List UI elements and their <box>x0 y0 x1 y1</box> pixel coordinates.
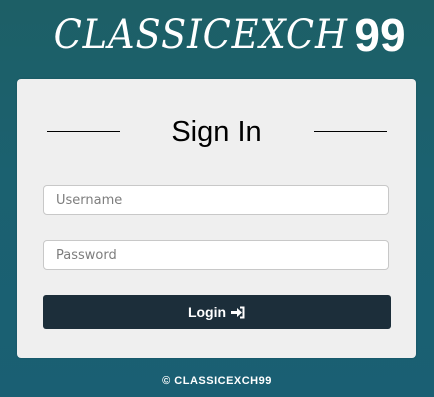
logo-script-text: CLASSICEXCH <box>53 12 349 58</box>
password-input[interactable] <box>43 240 389 270</box>
login-button[interactable]: Login <box>43 295 391 329</box>
title-divider-right <box>314 131 387 132</box>
login-card: Sign In Login <box>17 79 416 358</box>
title-row: Sign In <box>17 117 416 151</box>
login-button-label: Login <box>187 304 227 320</box>
logo-number: 99 <box>354 9 406 61</box>
brand-logo: CLASSICEXCH 99 <box>0 6 434 64</box>
username-input[interactable] <box>43 185 389 215</box>
page-title: Sign In <box>171 116 262 148</box>
footer-copyright: © CLASSICEXCH99 <box>162 375 272 387</box>
sign-in-icon <box>231 306 245 318</box>
